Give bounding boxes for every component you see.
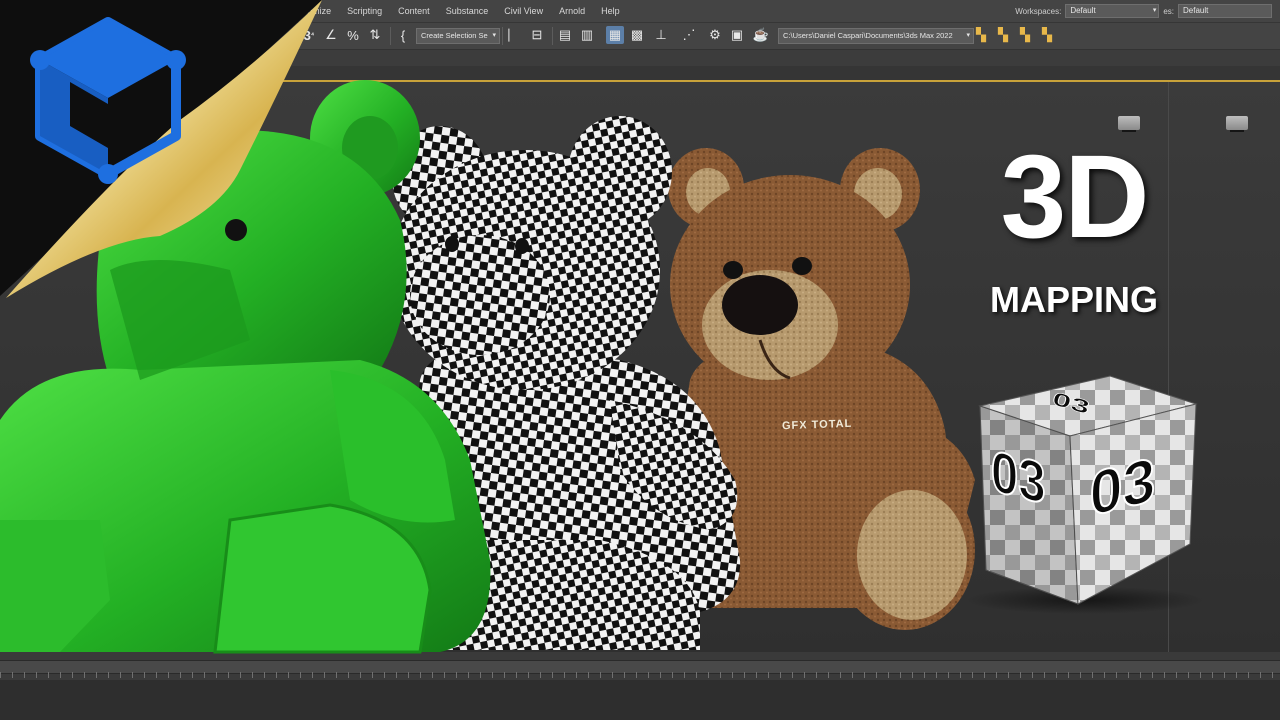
toolbar-separator: [390, 27, 391, 45]
percent-snap-icon[interactable]: %: [344, 26, 362, 44]
viewport-label[interactable]: orp ]: [2, 86, 18, 95]
chevron-down-icon: ▾: [966, 32, 970, 39]
toolbar-separator: [294, 27, 295, 45]
menu-bar: Create Modifiers Animation Graph Editors…: [0, 0, 1280, 23]
workspaces-value: Default: [1070, 6, 1096, 15]
render-icon[interactable]: ☕: [752, 26, 770, 44]
main-toolbar: ↶ ↷ 3⁴ ∠ % ⇅ { Create Selection Se ▾ ⎸ ⊟…: [0, 23, 1280, 50]
menu-arnold[interactable]: Arnold: [551, 0, 593, 22]
thumbnail-subtitle: MAPPING: [989, 279, 1158, 320]
menu-modifiers[interactable]: Modifiers: [43, 0, 96, 22]
mirror-icon[interactable]: ⎸: [506, 26, 524, 44]
project-folder-icon[interactable]: ▚: [994, 26, 1012, 44]
snap-icon[interactable]: 3⁴: [300, 26, 318, 44]
menu-civil-view[interactable]: Civil View: [496, 0, 551, 22]
menu-graph-editors[interactable]: Graph Editors: [152, 0, 224, 22]
edit-named-selection-icon[interactable]: {: [394, 26, 412, 44]
menu-create[interactable]: Create: [0, 0, 43, 22]
menu-substance[interactable]: Substance: [438, 0, 497, 22]
menu-customize[interactable]: Customize: [281, 0, 340, 22]
selection-set-dropdown[interactable]: Create Selection Se ▾: [416, 28, 500, 44]
project-folder-icon[interactable]: ▚: [972, 26, 990, 44]
project-path-text: C:\Users\Daniel Caspari\Documents\3ds Ma…: [783, 31, 953, 40]
curve-editor-icon[interactable]: ▩: [628, 26, 646, 44]
rendered-frame-icon[interactable]: ▣: [728, 26, 746, 44]
workspace-area: Workspaces: Default ▾ es: Default: [1015, 0, 1272, 22]
menu-animation[interactable]: Animation: [96, 0, 152, 22]
workspaces-select[interactable]: Default ▾: [1065, 4, 1160, 18]
toolbar-separator: [552, 27, 553, 45]
graphite-ribbon-icon[interactable]: ▦: [606, 26, 624, 44]
redo-icon[interactable]: ↷: [248, 26, 266, 44]
thumbnail-title: 3D: [1000, 131, 1150, 263]
undo-icon[interactable]: ↶: [4, 26, 22, 44]
bear-shirt-label: GFX TOTAL: [781, 417, 853, 433]
material-editor-icon[interactable]: ⋰: [680, 26, 698, 44]
toolbar-separator: [502, 27, 503, 45]
workspaces-label-secondary: es:: [1163, 6, 1174, 16]
project-folder-icon[interactable]: ▚: [1016, 26, 1034, 44]
chevron-down-icon: ▾: [1152, 7, 1157, 14]
project-folder-icon[interactable]: ▚: [1038, 26, 1056, 44]
viewcube-icon[interactable]: [1118, 116, 1140, 130]
workspaces-value-secondary: Default: [1183, 6, 1209, 15]
project-path-dropdown[interactable]: C:\Users\Daniel Caspari\Documents\3ds Ma…: [778, 28, 974, 44]
menu-rendering[interactable]: Rendering: [223, 0, 281, 22]
chevron-down-icon: ▾: [492, 32, 496, 39]
viewcube-icon[interactable]: [1226, 116, 1248, 130]
toggle-scene-explorer-icon[interactable]: ▤: [556, 26, 574, 44]
schematic-view-icon[interactable]: ⊥: [652, 26, 670, 44]
layer-explorer-icon[interactable]: ▥: [578, 26, 596, 44]
spinner-snap-icon[interactable]: ⇅: [366, 26, 384, 44]
workspaces-select-secondary[interactable]: Default: [1178, 4, 1272, 18]
selection-set-text: Create Selection Se: [421, 31, 488, 40]
ribbon-strip: [0, 50, 1280, 66]
render-setup-icon[interactable]: ⚙: [706, 26, 724, 44]
angle-snap-icon[interactable]: ∠: [322, 26, 340, 44]
menu-content[interactable]: Content: [390, 0, 438, 22]
timeline: [0, 652, 1280, 720]
cube-number-front: 03: [990, 437, 1047, 518]
align-icon[interactable]: ⊟: [528, 26, 546, 44]
menu-items: Create Modifiers Animation Graph Editors…: [0, 0, 628, 22]
menu-scripting[interactable]: Scripting: [339, 0, 390, 22]
workspaces-label: Workspaces:: [1015, 6, 1062, 16]
timeline-ticks: [0, 672, 1280, 678]
menu-help[interactable]: Help: [593, 0, 628, 22]
ribbon-strip-secondary: [0, 66, 1280, 81]
status-bar: [0, 680, 1280, 720]
